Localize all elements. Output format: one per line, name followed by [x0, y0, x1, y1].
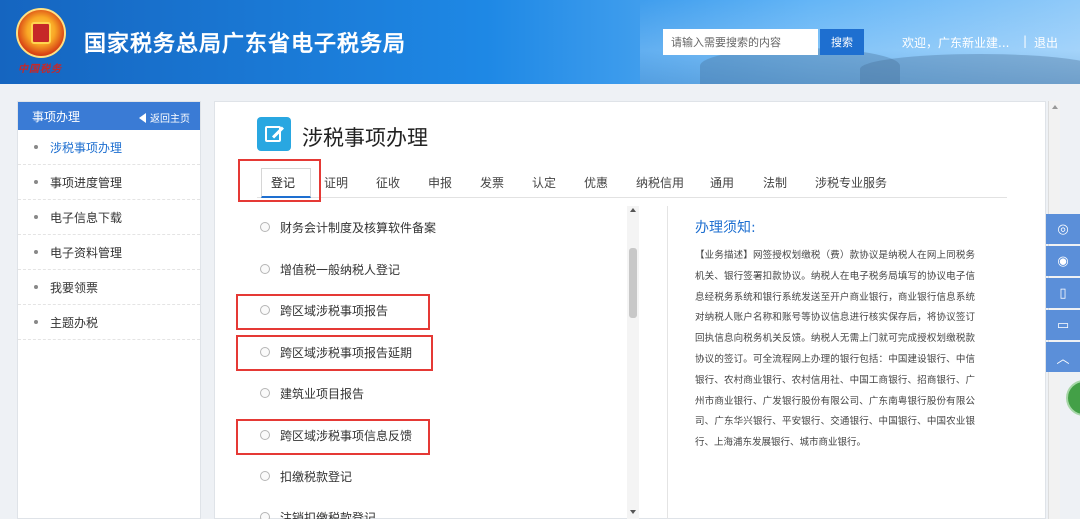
highlight-box	[238, 159, 321, 202]
notice-body: 【业务描述】网签授权划缴税（费）款协议是纳税人在网上同税务机关、银行签署扣款协议…	[695, 250, 975, 449]
sidebar-item-themed-tax[interactable]: 主题办税	[18, 305, 200, 340]
sidebar-item-label: 主题办税	[50, 315, 99, 330]
back-to-top-icon[interactable]: ︿	[1046, 342, 1080, 372]
sidebar-item-tax-matters[interactable]: 涉税事项办理	[18, 130, 200, 165]
list-item-label: 财务会计制度及核算软件备案	[280, 220, 437, 235]
list-scrollbar[interactable]	[627, 206, 639, 519]
list-item-label: 增值税一般纳税人登记	[280, 262, 401, 277]
tab-preference[interactable]: 优惠	[584, 174, 608, 191]
tab-certificate[interactable]: 证明	[324, 174, 348, 191]
radio-button[interactable]	[260, 264, 270, 274]
search-input[interactable]	[663, 29, 818, 55]
mobile-icon[interactable]: ▯	[1046, 278, 1080, 308]
scroll-up-icon[interactable]	[630, 208, 636, 212]
radio-button[interactable]	[260, 471, 270, 481]
bullet-icon	[34, 145, 38, 149]
radio-button[interactable]	[260, 388, 270, 398]
sidebar-header: 事项办理 返回主页	[18, 102, 200, 130]
list-item[interactable]: 增值税一般纳税人登记	[232, 248, 627, 290]
sidebar-item-label: 电子资料管理	[50, 245, 123, 260]
radio-button[interactable]	[260, 222, 270, 232]
sidebar: 事项办理 返回主页 涉税事项办理 事项进度管理 电子信息下载 电子资料管理 我要…	[17, 101, 201, 519]
emblem-shield	[31, 22, 51, 44]
tab-legal[interactable]: 法制	[763, 174, 787, 191]
sidebar-item-label: 我要领票	[50, 280, 99, 295]
list-item[interactable]: 注销扣缴税款登记	[232, 496, 627, 519]
search-button[interactable]: 搜索	[820, 29, 864, 55]
tab-certification[interactable]: 认定	[532, 174, 556, 191]
floating-toolbar: ◎ ◉ ▯ ▭ ︿	[1046, 214, 1080, 374]
back-home-label: 返回主页	[150, 114, 190, 125]
list-item-label: 注销扣缴税款登记	[280, 510, 377, 519]
sidebar-item-label: 涉税事项办理	[50, 140, 123, 155]
tab-declaration[interactable]: 申报	[428, 174, 452, 191]
sidebar-item-label: 电子信息下载	[50, 210, 123, 225]
back-arrow-icon	[139, 112, 146, 123]
page-title: 涉税事项办理	[302, 126, 428, 150]
sidebar-item-label: 事项进度管理	[50, 175, 123, 190]
sidebar-item-documents[interactable]: 电子资料管理	[18, 235, 200, 270]
header-separator: |	[1023, 34, 1028, 48]
category-tabs: 登记 证明 征收 申报 发票 认定 优惠 纳税信用 通用 法制 涉税专业服务	[257, 168, 1007, 198]
sidebar-item-progress[interactable]: 事项进度管理	[18, 165, 200, 200]
sidebar-item-download[interactable]: 电子信息下载	[18, 200, 200, 235]
bullet-icon	[34, 180, 38, 184]
list-item-label: 建筑业项目报告	[280, 386, 365, 401]
bullet-icon	[34, 320, 38, 324]
highlight-box	[236, 335, 433, 371]
back-home-link[interactable]: 返回主页	[139, 110, 190, 125]
bullet-icon	[34, 285, 38, 289]
list-item[interactable]: 建筑业项目报告	[232, 372, 627, 414]
logout-link[interactable]: 退出	[1034, 34, 1058, 51]
tab-collection[interactable]: 征收	[376, 174, 400, 191]
scroll-up-icon[interactable]	[1052, 105, 1058, 109]
tab-professional-service[interactable]: 涉税专业服务	[815, 174, 887, 191]
list-item[interactable]: 财务会计制度及核算软件备案	[232, 206, 627, 248]
edit-document-icon	[257, 117, 291, 151]
tab-tax-credit[interactable]: 纳税信用	[636, 174, 684, 191]
highlight-box	[236, 294, 430, 330]
tab-general[interactable]: 通用	[710, 174, 734, 191]
wechat-icon[interactable]: ◎	[1046, 214, 1080, 244]
notice-title: 办理须知:	[695, 220, 756, 236]
emblem-script-logo: 中国税务	[18, 64, 62, 75]
weibo-icon[interactable]: ◉	[1046, 246, 1080, 276]
bullet-icon	[34, 215, 38, 219]
list-item[interactable]: 扣缴税款登记	[232, 455, 627, 497]
bullet-icon	[34, 250, 38, 254]
header-hill	[860, 54, 1080, 84]
column-divider	[667, 206, 668, 519]
sidebar-item-invoice-pickup[interactable]: 我要领票	[18, 270, 200, 305]
list-item-label: 扣缴税款登记	[280, 469, 353, 484]
tab-invoice[interactable]: 发票	[480, 174, 504, 191]
welcome-user[interactable]: 欢迎，广东新业建...	[902, 34, 1009, 51]
online-service-icon[interactable]	[1066, 380, 1080, 416]
scroll-down-icon[interactable]	[630, 510, 636, 514]
scroll-thumb[interactable]	[629, 248, 637, 318]
radio-button[interactable]	[260, 512, 270, 519]
tax-emblem-logo	[16, 8, 66, 58]
highlight-box	[236, 419, 430, 455]
sidebar-title: 事项办理	[32, 109, 81, 124]
site-title: 国家税务总局广东省电子税务局	[84, 32, 407, 57]
tablet-icon[interactable]: ▭	[1046, 310, 1080, 340]
